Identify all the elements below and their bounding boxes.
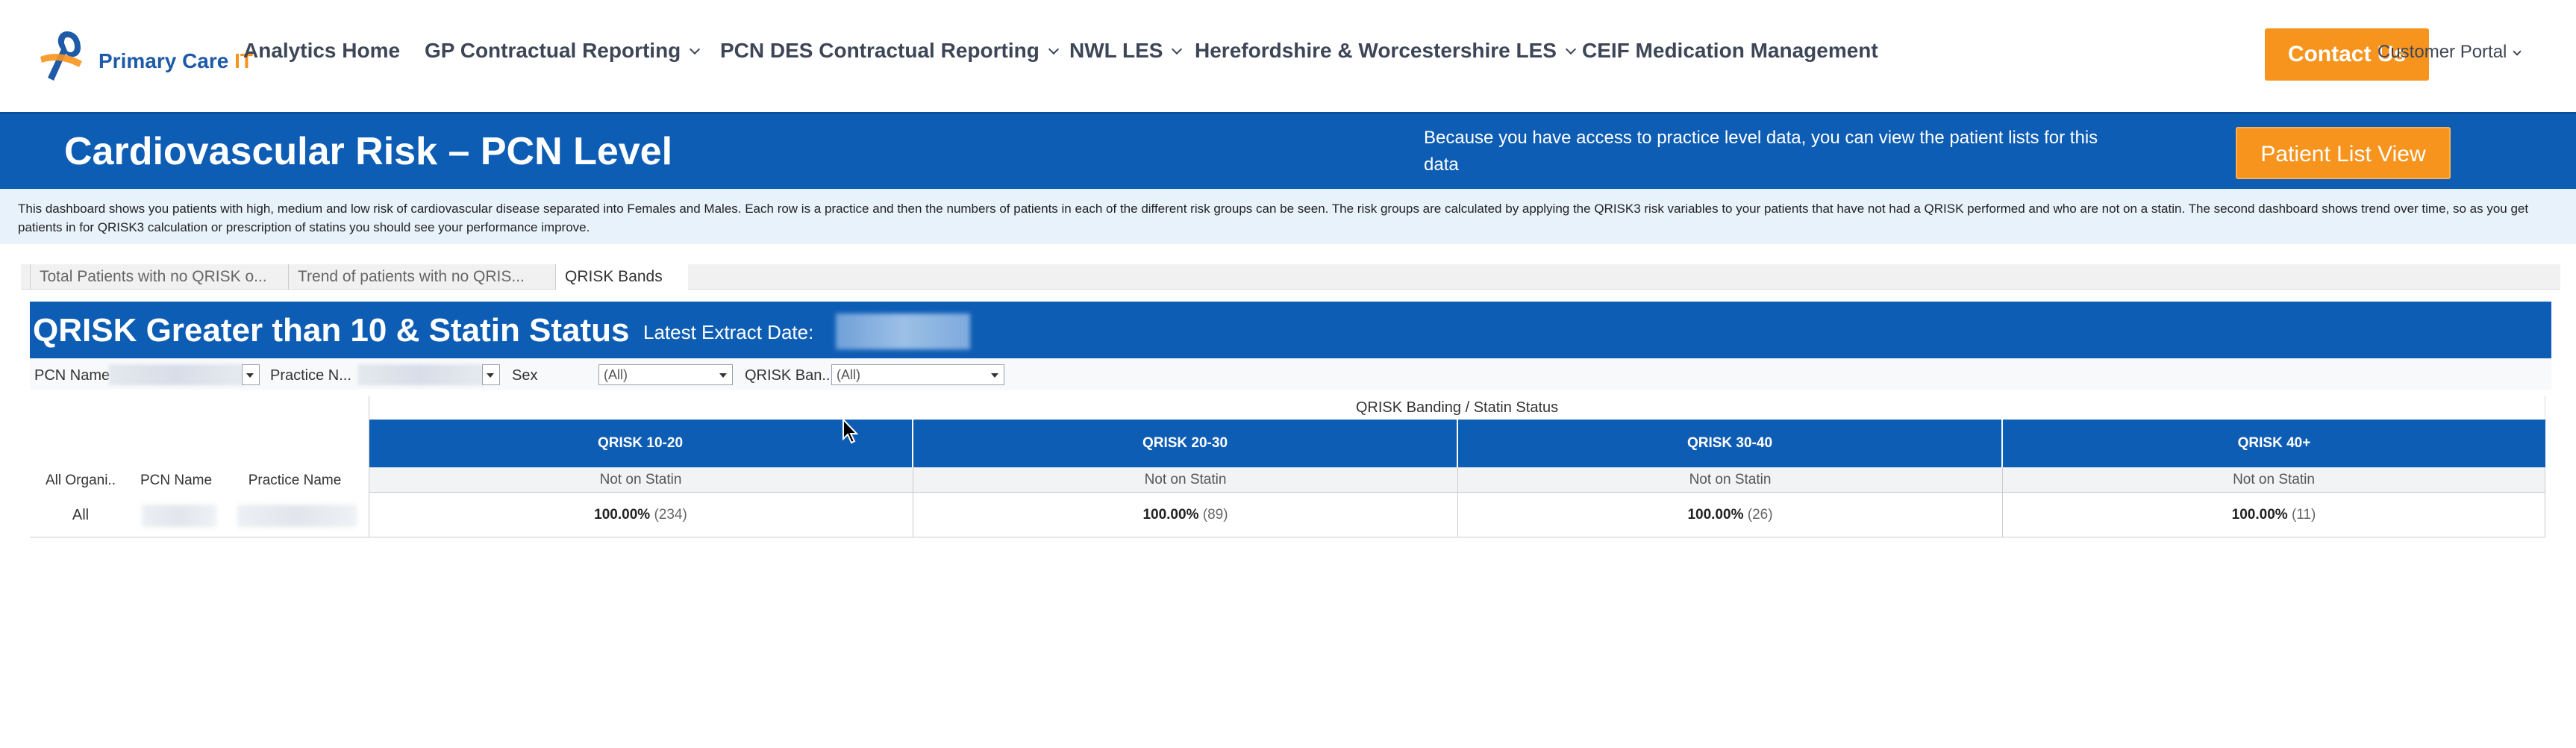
table-cell[interactable]: 100.00% (26) bbox=[1458, 493, 2003, 537]
qrisk-band-filter-select[interactable]: (All) bbox=[831, 364, 1004, 385]
extract-date-value-redacted bbox=[836, 314, 970, 349]
logo-text: Primary Care IT bbox=[99, 49, 254, 72]
nav-herefordshire-worcestershire-les[interactable]: Herefordshire & Worcestershire LES bbox=[1195, 39, 1577, 63]
tab-total-patients[interactable]: Total Patients with no QRISK o... bbox=[30, 264, 288, 290]
practice-name-cell-redacted bbox=[237, 505, 357, 527]
chevron-down-icon bbox=[1565, 43, 1577, 55]
pcn-name-cell-redacted bbox=[142, 505, 216, 527]
chevron-down-icon bbox=[1048, 43, 1059, 55]
table-cell[interactable]: 100.00% (11) bbox=[2003, 493, 2545, 537]
dropdown-arrow-icon bbox=[719, 373, 727, 378]
statin-status-header: Not on Statin bbox=[1458, 467, 2003, 493]
dropdown-arrow-icon bbox=[246, 373, 254, 378]
statin-status-header: Not on Statin bbox=[369, 467, 913, 493]
table-cell[interactable]: 100.00% (234) bbox=[369, 493, 913, 537]
row-label-all: All bbox=[30, 493, 131, 537]
page-title: Cardiovascular Risk – PCN Level bbox=[64, 130, 673, 173]
dropdown-arrow-icon bbox=[487, 373, 494, 378]
practice-access-note: Because you have access to practice leve… bbox=[1424, 128, 2098, 175]
dashboard-header: QRISK Greater than 10 & Statin Status La… bbox=[30, 302, 2551, 358]
band-header-qrisk-40-plus[interactable]: QRISK 40+ bbox=[2003, 420, 2545, 467]
extract-date-label: Latest Extract Date: bbox=[643, 321, 814, 343]
pcn-name-dropdown[interactable] bbox=[242, 364, 260, 385]
mouse-pointer-icon bbox=[842, 418, 859, 444]
nav-gp-contractual-reporting[interactable]: GP Contractual Reporting bbox=[425, 39, 701, 63]
tab-trend-patients[interactable]: Trend of patients with no QRIS... bbox=[288, 264, 555, 290]
nav-analytics-home[interactable]: Analytics Home bbox=[243, 39, 400, 63]
row-header-pcn-name: PCN Name bbox=[140, 473, 213, 488]
chevron-down-icon bbox=[690, 43, 701, 55]
chevron-down-icon bbox=[1172, 43, 1183, 55]
dropdown-arrow-icon bbox=[991, 373, 998, 378]
statin-status-header: Not on Statin bbox=[2003, 467, 2545, 493]
ribbon-logo-icon bbox=[40, 31, 82, 81]
row-header-all-organisations: All Organi.. bbox=[46, 473, 116, 488]
nav-nwl-les[interactable]: NWL LES bbox=[1069, 39, 1183, 63]
patient-list-view-button[interactable]: Patient List View bbox=[2236, 127, 2451, 179]
top-navigation: Primary Care IT Analytics Home GP Contra… bbox=[0, 0, 2576, 112]
row-header-practice-name: Practice Name bbox=[248, 473, 342, 488]
nav-ceif-medication-management[interactable]: CEIF Medication Management bbox=[1582, 39, 1878, 63]
page-banner: Cardiovascular Risk – PCN Level Because … bbox=[0, 112, 2576, 189]
dashboard-description: This dashboard shows you patients with h… bbox=[0, 189, 2576, 244]
pcn-name-filter-value-redacted[interactable] bbox=[109, 364, 243, 385]
sex-filter-label: Sex bbox=[512, 367, 538, 384]
tab-qrisk-bands[interactable]: QRISK Bands bbox=[555, 264, 688, 290]
filter-bar: PCN Name Practice N... Sex (All) QRISK B… bbox=[30, 358, 2551, 390]
band-header-qrisk-20-30[interactable]: QRISK 20-30 bbox=[913, 420, 1458, 467]
practice-name-dropdown[interactable] bbox=[482, 364, 500, 385]
customer-portal-menu[interactable]: Customer Portal bbox=[2378, 42, 2522, 63]
nav-pcn-des-contractual-reporting[interactable]: PCN DES Contractual Reporting bbox=[720, 39, 1059, 63]
primary-care-it-logo[interactable]: Primary Care IT bbox=[37, 27, 253, 85]
column-group-header: QRISK Banding / Statin Status bbox=[369, 396, 2545, 420]
statin-status-header: Not on Statin bbox=[913, 467, 1458, 493]
chevron-down-icon bbox=[2513, 47, 2522, 56]
practice-name-filter-label: Practice N... bbox=[270, 367, 351, 384]
pcn-name-filter-label: PCN Name bbox=[34, 367, 110, 384]
band-header-qrisk-30-40[interactable]: QRISK 30-40 bbox=[1458, 420, 2003, 467]
practice-name-filter-value-redacted[interactable] bbox=[358, 364, 484, 385]
dashboard-tabs: Total Patients with no QRISK o... Trend … bbox=[21, 264, 2560, 290]
table-cell[interactable]: 100.00% (89) bbox=[913, 493, 1458, 537]
qrisk-band-filter-label: QRISK Ban... bbox=[745, 367, 835, 384]
dashboard-title: QRISK Greater than 10 & Statin Status bbox=[33, 312, 630, 349]
band-header-qrisk-10-20[interactable]: QRISK 10-20 bbox=[369, 420, 913, 467]
sex-filter-select[interactable]: (All) bbox=[598, 364, 733, 385]
